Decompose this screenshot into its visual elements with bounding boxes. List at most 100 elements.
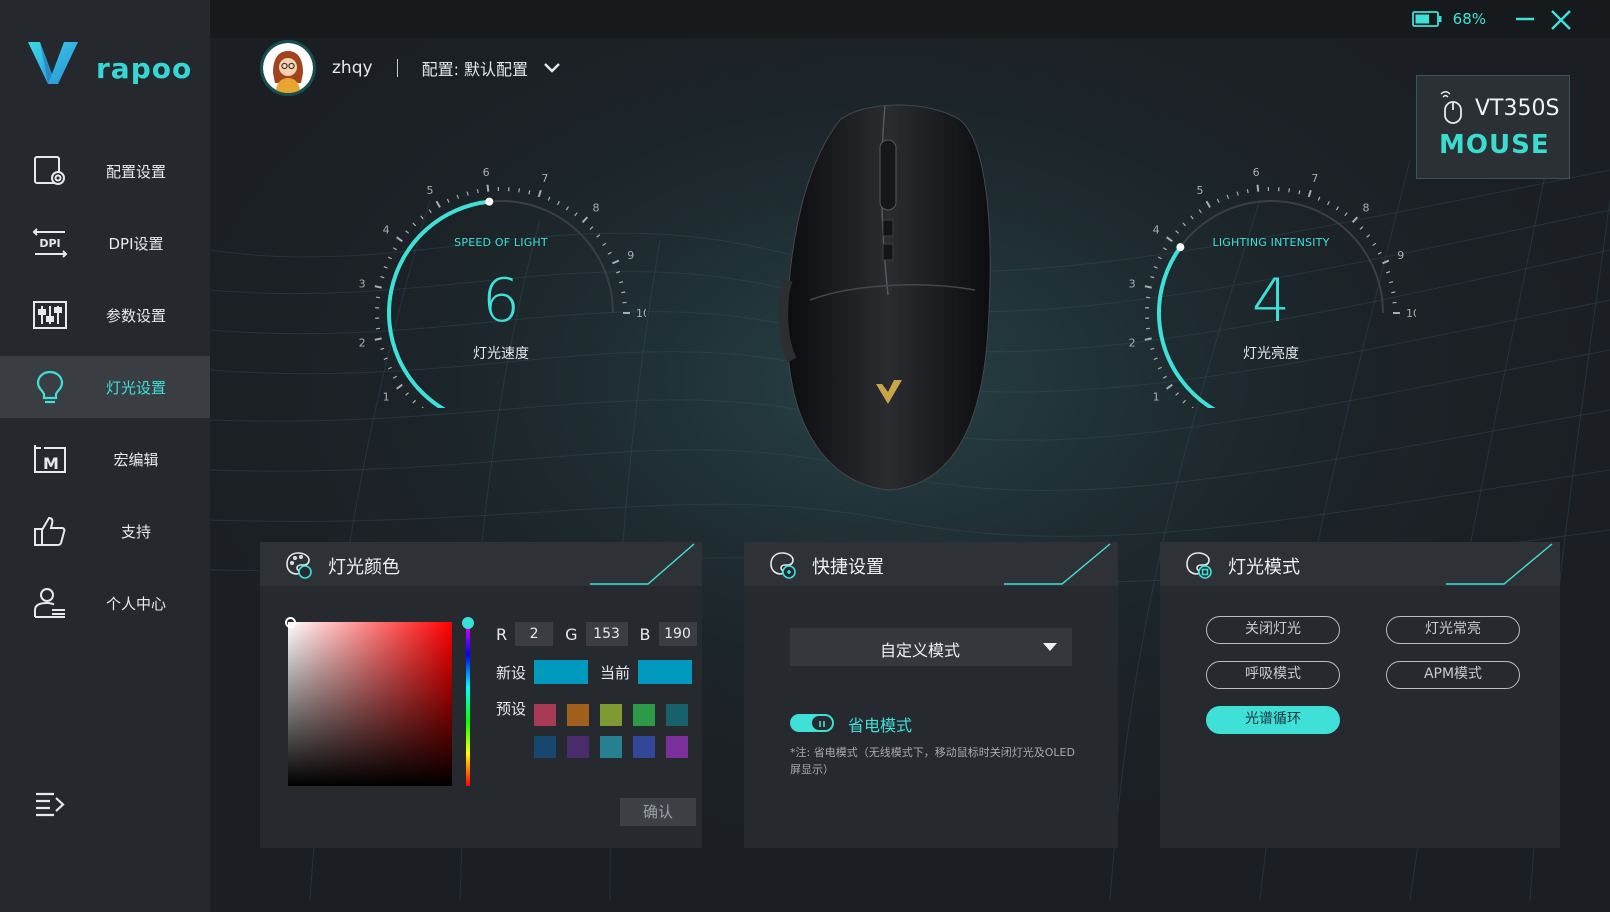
device-card: VT350S MOUSE: [1416, 75, 1570, 179]
sidebar-item-dpi[interactable]: DPI DPI设置: [0, 212, 210, 274]
quick-settings-icon: [770, 552, 796, 579]
gauge-tick: [387, 366, 392, 370]
mode-apm-button[interactable]: APM模式: [1386, 661, 1520, 689]
gauge-tick: [476, 189, 479, 194]
gauge-tick: [1198, 209, 1202, 214]
lighting-mode-icon: [1186, 552, 1212, 579]
menu-toggle-icon[interactable]: [34, 790, 66, 818]
gauge-tick: [466, 191, 469, 196]
sidebar-item-profile-settings[interactable]: 配置设置: [0, 140, 210, 202]
gauge-tick-label: 7: [541, 172, 548, 185]
quick-settings-panel: 快捷设置 自定义模式 省电模式 *注: 省电模式（无线模式下，移动鼠标时关闭灯光…: [744, 542, 1118, 848]
gauge-tick: [420, 215, 424, 220]
preset-label-row: 预设: [496, 698, 526, 719]
hue-slider[interactable]: [466, 622, 470, 786]
r-input[interactable]: 2: [515, 622, 554, 646]
gauge-tick: [1144, 337, 1152, 341]
hue-slider-handle[interactable]: [462, 617, 474, 629]
preset-color-swatch[interactable]: [633, 704, 655, 726]
gauge-tick: [456, 194, 460, 199]
lighting-mode-panel: 灯光模式 关闭灯光 灯光常亮 呼吸模式 APM模式 光谱循环: [1160, 542, 1560, 848]
mode-off-button[interactable]: 关闭灯光: [1206, 616, 1340, 644]
power-saving-note: *注: 省电模式（无线模式下，移动鼠标时关闭灯光及OLED屏显示）: [790, 746, 1075, 776]
gauge-tick-label: 6: [483, 168, 490, 179]
gauge-tick: [1307, 190, 1312, 198]
gauge-tick: [1317, 196, 1321, 201]
sidebar-item-label: DPI设置: [108, 234, 164, 253]
gauge-value: 4: [1251, 266, 1291, 336]
preset-color-swatch[interactable]: [567, 736, 589, 758]
preset-color-swatch[interactable]: [534, 736, 556, 758]
rgb-inputs: R 2 G 153 B 190: [496, 622, 697, 646]
gauge-tick: [1236, 191, 1239, 196]
confirm-button[interactable]: 确认: [620, 798, 696, 826]
macro-icon: M: [34, 445, 66, 473]
title-bar: [210, 0, 1610, 38]
dpi-icon: DPI: [32, 228, 68, 258]
avatar[interactable]: [260, 40, 316, 96]
current-color-swatch: [638, 660, 693, 684]
preset-color-swatch[interactable]: [567, 704, 589, 726]
color-saturation-picker[interactable]: [288, 622, 452, 786]
gauge-tick: [1175, 392, 1180, 396]
b-input[interactable]: 190: [658, 622, 697, 646]
gauge-tick: [405, 230, 410, 234]
gauge-tick: [556, 201, 560, 206]
gauge-tick-label: 1: [1153, 390, 1160, 403]
preset-color-swatch[interactable]: [600, 704, 622, 726]
gauge-tick: [1157, 366, 1162, 370]
panel-header-decoration: [1446, 543, 1553, 585]
sidebar-item-parameters[interactable]: 参数设置: [0, 284, 210, 346]
gauge-tick: [1162, 375, 1167, 379]
chevron-down-icon[interactable]: [542, 61, 562, 75]
gauge-tick: [1326, 201, 1330, 206]
user-header: zhqy 配置: 默认配置: [260, 40, 562, 96]
svg-text:M: M: [43, 454, 59, 473]
preset-color-swatch[interactable]: [534, 704, 556, 726]
sidebar-item-user-center[interactable]: 个人中心: [0, 572, 210, 634]
gauge-tick-label: 4: [1153, 224, 1160, 237]
preset-color-swatch[interactable]: [666, 736, 688, 758]
sidebar-item-macro[interactable]: M 宏编辑: [0, 428, 210, 490]
mode-select[interactable]: 自定义模式: [790, 628, 1072, 666]
wireless-mouse-icon: [1440, 91, 1462, 124]
battery-percent: 68%: [1452, 10, 1486, 28]
preset-color-swatch[interactable]: [600, 736, 622, 758]
new-color-swatch[interactable]: [534, 660, 589, 684]
gauge-tick: [574, 212, 578, 217]
sidebar-item-support[interactable]: 支持: [0, 500, 210, 562]
intensity-gauge[interactable]: 012345678910 LIGHTING INTENSITY 4 灯光亮度: [1126, 166, 1420, 443]
panel-header: 快捷设置: [744, 542, 1118, 586]
lightbulb-icon: [36, 370, 64, 404]
gauge-tick: [1377, 251, 1382, 255]
avatar-portrait-icon: [263, 43, 313, 93]
sidebar-item-label: 宏编辑: [113, 450, 159, 469]
gauge-tick-label: 8: [593, 201, 600, 214]
gauge-tick: [1216, 198, 1220, 203]
preset-color-swatch[interactable]: [666, 704, 688, 726]
color-picker-handle[interactable]: [285, 617, 296, 628]
close-icon[interactable]: [1550, 9, 1572, 31]
new-current-swatches: 新设 当前: [496, 660, 693, 684]
speed-gauge[interactable]: 012345678910 SPEED OF LIGHT 6 灯光速度: [356, 166, 650, 443]
mode-breathing-button[interactable]: 呼吸模式: [1206, 661, 1340, 689]
new-color-label: 新设: [496, 663, 527, 682]
user-center-icon: [34, 588, 65, 618]
mode-spectrum-cycle-button[interactable]: 光谱循环: [1206, 706, 1340, 734]
gauge-tick-label: 5: [427, 184, 434, 197]
mode-static-button[interactable]: 灯光常亮: [1386, 616, 1520, 644]
battery-icon: [1412, 11, 1442, 27]
gauge-handle[interactable]: [485, 197, 494, 206]
power-saving-label: 省电模式: [848, 716, 913, 735]
preset-color-swatch[interactable]: [633, 736, 655, 758]
sidebar-nav: 配置设置 DPI DPI设置 参数设置 灯光设置 M 宏编辑 支持 个人中心: [0, 140, 210, 644]
gauge-tick: [1344, 212, 1348, 217]
gauge-tick: [435, 200, 441, 208]
power-saving-toggle[interactable]: [790, 714, 834, 732]
gauge-tick: [537, 190, 542, 198]
minimize-icon[interactable]: [1514, 9, 1536, 29]
gauge-tick: [1288, 188, 1291, 193]
profile-selector[interactable]: 配置: 默认配置: [422, 56, 528, 80]
sidebar-item-lighting[interactable]: 灯光设置: [0, 356, 210, 418]
g-input[interactable]: 153: [585, 622, 628, 646]
